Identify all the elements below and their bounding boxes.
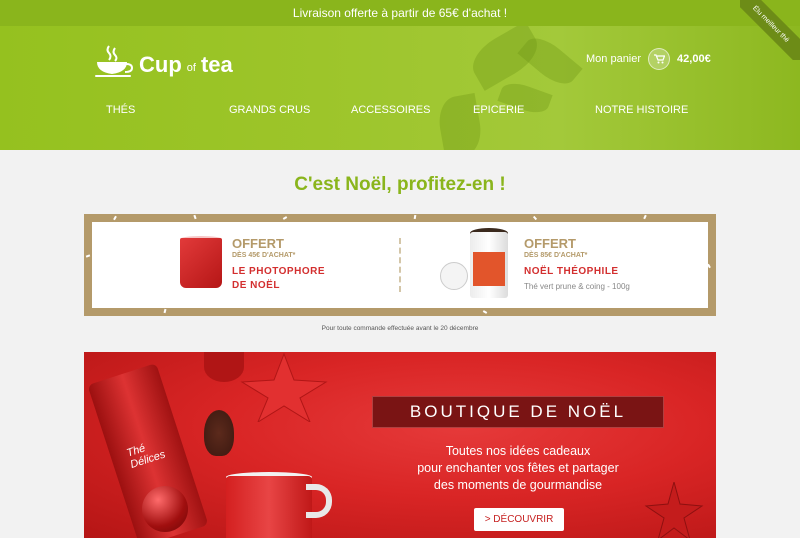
star-ornament-icon bbox=[240, 352, 328, 422]
corner-ribbon: Élu meilleur thé bbox=[740, 0, 800, 60]
offer-1-name-line1: LE PHOTOPHORE bbox=[232, 266, 325, 277]
pinecone-image bbox=[204, 410, 234, 456]
offer-2-head: OFFERT bbox=[524, 236, 576, 251]
banner-text-line1: Toutes nos idées cadeaux bbox=[445, 444, 591, 458]
tea-tin-label-image bbox=[473, 252, 505, 286]
main-nav: THÉS GRANDS CRUS ACCESSOIRES EPICERIE NO… bbox=[0, 104, 800, 124]
offer-banner[interactable]: OFFERT DÈS 45€ D'ACHAT* LE PHOTOPHORE DE… bbox=[84, 214, 716, 316]
christmas-shop-banner[interactable]: Thé Délices BOUTIQUE DE NOËL Toutes nos … bbox=[84, 352, 716, 538]
corner-ribbon-text: Élu meilleur thé bbox=[740, 0, 800, 60]
offer-1-name-line2: DE NOËL bbox=[232, 280, 280, 291]
photophore-image bbox=[180, 238, 222, 288]
nav-item-notre-histoire[interactable]: NOTRE HISTOIRE bbox=[595, 104, 688, 116]
banner-text: Toutes nos idées cadeaux pour enchanter … bbox=[376, 443, 660, 494]
ornament-ball-image bbox=[142, 486, 188, 532]
nav-item-grands-crus[interactable]: GRANDS CRUS bbox=[229, 104, 310, 116]
cart-icon bbox=[648, 48, 671, 70]
banner-title: BOUTIQUE DE NOËL bbox=[372, 396, 664, 428]
offer-2-name: NOËL THÉOPHILE bbox=[524, 266, 619, 277]
mug-image bbox=[226, 476, 312, 538]
nav-item-thes[interactable]: THÉS bbox=[106, 104, 135, 116]
nav-item-epicerie[interactable]: EPICERIE bbox=[473, 104, 524, 116]
offer-2-sub: DÈS 85€ D'ACHAT* bbox=[524, 252, 588, 259]
tea-tin-lid-image bbox=[440, 262, 468, 290]
offer-1-sub: DÈS 45€ D'ACHAT* bbox=[232, 252, 296, 259]
offer-separator bbox=[399, 238, 401, 292]
logo-text-of: of bbox=[186, 62, 196, 74]
shipping-text: Livraison offerte à partir de 65€ d'acha… bbox=[292, 6, 508, 20]
logo-text-cup: Cup bbox=[139, 52, 182, 77]
mug-handle-image bbox=[306, 484, 332, 518]
offer-1-head: OFFERT bbox=[232, 236, 284, 251]
cart-amount: 42,00€ bbox=[677, 53, 711, 65]
cart-label: Mon panier bbox=[586, 53, 642, 65]
cart-link[interactable]: Mon panier 42,00€ bbox=[586, 48, 711, 70]
star-decoration-icon bbox=[644, 482, 704, 538]
promo-title: C'est Noël, profitez-en ! bbox=[294, 174, 506, 195]
site-header: Cup of tea Mon panier 42,00€ THÉS GRANDS… bbox=[0, 26, 800, 150]
logo-text-tea: tea bbox=[200, 52, 233, 77]
offer-footnote: Pour toute commande effectuée avant le 2… bbox=[321, 325, 479, 332]
site-logo[interactable]: Cup of tea bbox=[95, 44, 233, 78]
offer-2-desc: Thé vert prune & coing - 100g bbox=[524, 282, 630, 291]
banner-text-line3: des moments de gourmandise bbox=[433, 478, 603, 492]
cup-logo-icon bbox=[95, 45, 133, 77]
discover-button[interactable]: > DÉCOUVRIR bbox=[474, 508, 564, 531]
nav-item-accessoires[interactable]: ACCESSOIRES bbox=[351, 104, 430, 116]
offer-inner: OFFERT DÈS 45€ D'ACHAT* LE PHOTOPHORE DE… bbox=[92, 222, 708, 308]
banner-text-line2: pour enchanter vos fêtes et partager bbox=[417, 461, 619, 475]
shipping-banner: Livraison offerte à partir de 65€ d'acha… bbox=[0, 0, 800, 26]
